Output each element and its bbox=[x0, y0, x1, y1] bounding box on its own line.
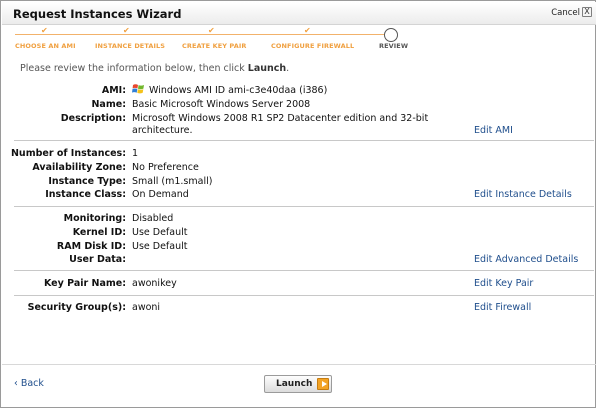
checkmark-icon: ✔ bbox=[304, 26, 311, 35]
divider bbox=[14, 295, 594, 296]
arrow-right-icon bbox=[317, 378, 329, 390]
step-create-key-pair: CREATE KEY PAIR bbox=[182, 42, 247, 50]
windows-logo-icon bbox=[132, 84, 144, 94]
footer-divider bbox=[2, 364, 596, 365]
key-pair-name-value: awonikey bbox=[132, 278, 177, 289]
wizard-dialog: Request Instances Wizard Cancel X ✔ CHOO… bbox=[0, 0, 596, 408]
checkmark-icon: ✔ bbox=[123, 26, 130, 35]
step-choose-ami: CHOOSE AN AMI bbox=[15, 42, 76, 50]
close-icon[interactable]: X bbox=[582, 7, 592, 17]
name-value: Basic Microsoft Windows Server 2008 bbox=[132, 99, 311, 110]
kernel-id-value: Use Default bbox=[132, 227, 188, 238]
monitoring-value: Disabled bbox=[132, 213, 174, 224]
current-step-indicator bbox=[384, 28, 398, 42]
edit-advanced-details-link[interactable]: Edit Advanced Details bbox=[474, 254, 578, 265]
launch-button[interactable]: Launch bbox=[264, 375, 332, 393]
kernel-id-label: Kernel ID: bbox=[72, 227, 126, 238]
number-of-instances-value: 1 bbox=[132, 148, 139, 159]
name-label: Name: bbox=[91, 99, 126, 110]
description-label: Description: bbox=[60, 113, 126, 124]
number-of-instances-label: Number of Instances: bbox=[10, 148, 126, 159]
ami-label: AMI: bbox=[101, 85, 126, 96]
edit-key-pair-link[interactable]: Edit Key Pair bbox=[474, 278, 533, 289]
instance-class-label: Instance Class: bbox=[45, 189, 126, 200]
user-data-label: User Data: bbox=[69, 254, 126, 265]
instructions: Please review the information below, the… bbox=[20, 63, 290, 74]
progress-line bbox=[15, 34, 397, 35]
ram-disk-id-value: Use Default bbox=[132, 241, 188, 252]
step-instance-details: INSTANCE DETAILS bbox=[95, 42, 166, 50]
monitoring-label: Monitoring: bbox=[63, 213, 126, 224]
instance-class-value: On Demand bbox=[132, 189, 189, 200]
security-groups-value: awoni bbox=[132, 302, 161, 313]
ram-disk-id-label: RAM Disk ID: bbox=[56, 241, 126, 252]
availability-zone-value: No Preference bbox=[132, 162, 199, 173]
divider bbox=[14, 140, 594, 141]
security-groups-label: Security Group(s): bbox=[27, 302, 126, 313]
dialog-title: Request Instances Wizard bbox=[13, 7, 182, 21]
checkmark-icon: ✔ bbox=[208, 26, 215, 35]
step-review: REVIEW bbox=[379, 42, 409, 50]
edit-instance-details-link[interactable]: Edit Instance Details bbox=[474, 189, 572, 200]
key-pair-name-label: Key Pair Name: bbox=[43, 278, 126, 289]
description-line-2: architecture. bbox=[132, 125, 193, 136]
back-link[interactable]: ‹ Back bbox=[14, 378, 44, 389]
ami-value: Windows AMI ID ami-c3e40daa (i386) bbox=[132, 83, 327, 96]
instance-type-value: Small (m1.small) bbox=[132, 176, 213, 187]
instance-type-label: Instance Type: bbox=[48, 176, 126, 187]
cancel-link[interactable]: Cancel bbox=[551, 8, 580, 18]
divider bbox=[14, 206, 594, 207]
edit-firewall-link[interactable]: Edit Firewall bbox=[474, 302, 531, 313]
wizard-steps: ✔ CHOOSE AN AMI ✔ INSTANCE DETAILS ✔ CRE… bbox=[1, 25, 596, 57]
step-configure-firewall: CONFIGURE FIREWALL bbox=[271, 42, 355, 50]
checkmark-icon: ✔ bbox=[41, 26, 48, 35]
divider bbox=[14, 270, 594, 271]
title-bar: Request Instances Wizard Cancel X bbox=[2, 2, 596, 25]
description-line-1: Microsoft Windows 2008 R1 SP2 Datacenter… bbox=[132, 113, 429, 124]
edit-ami-link[interactable]: Edit AMI bbox=[474, 125, 513, 136]
availability-zone-label: Availability Zone: bbox=[32, 162, 126, 173]
launch-button-label: Launch bbox=[276, 379, 313, 389]
chevron-left-icon: ‹ bbox=[14, 378, 18, 389]
